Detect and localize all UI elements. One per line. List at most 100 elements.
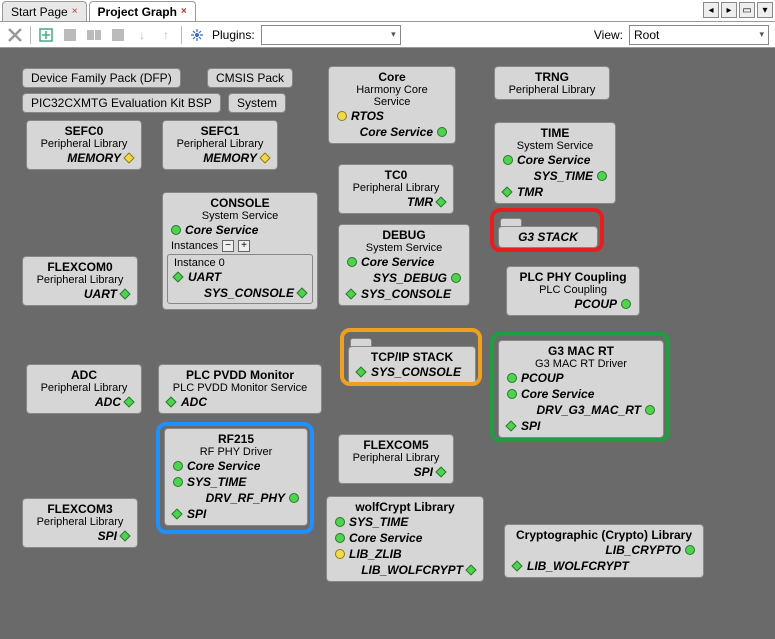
block-subtitle: Peripheral Library <box>35 382 133 394</box>
block-subtitle: Harmony Core Service <box>337 84 447 108</box>
scroll-right-button[interactable]: ▸ <box>721 2 737 18</box>
port-label: SYS_TIME <box>534 169 593 183</box>
block-g3stack[interactable]: G3 STACK <box>498 218 598 248</box>
block-tc0[interactable]: TC0 Peripheral Library TMR <box>338 164 454 214</box>
down-button[interactable]: ↓ <box>133 26 151 44</box>
port-diamond[interactable] <box>171 508 182 519</box>
block-sefc0[interactable]: SEFC0 Peripheral Library MEMORY <box>26 120 142 170</box>
port-diamond[interactable] <box>119 530 130 541</box>
port-dot[interactable] <box>437 127 447 137</box>
port-diamond[interactable] <box>259 152 270 163</box>
block-subtitle: RF PHY Driver <box>173 446 299 458</box>
layout-button[interactable] <box>188 26 206 44</box>
port-dot[interactable] <box>507 373 517 383</box>
group-button[interactable] <box>61 26 79 44</box>
block-title: FLEXCOM3 <box>31 502 129 516</box>
port-diamond[interactable] <box>345 288 356 299</box>
plugins-select[interactable]: ▾ <box>261 25 401 45</box>
add-instance-button[interactable]: + <box>238 240 250 252</box>
group2-button[interactable] <box>85 26 103 44</box>
block-console[interactable]: CONSOLE System Service Core Service Inst… <box>162 192 318 310</box>
port-diamond[interactable] <box>435 466 446 477</box>
port-diamond[interactable] <box>511 560 522 571</box>
port-dot[interactable] <box>337 111 347 121</box>
port-dot[interactable] <box>335 549 345 559</box>
port-dot[interactable] <box>451 273 461 283</box>
port-dot[interactable] <box>597 171 607 181</box>
block-crypto[interactable]: Cryptographic (Crypto) Library LIB_CRYPT… <box>504 524 704 578</box>
maximize-button[interactable]: ▭ <box>739 2 755 18</box>
delete-button[interactable] <box>6 26 24 44</box>
block-flexcom5[interactable]: FLEXCOM5 Peripheral Library SPI <box>338 434 454 484</box>
port-diamond[interactable] <box>123 152 134 163</box>
block-flexcom0[interactable]: FLEXCOM0 Peripheral Library UART <box>22 256 138 306</box>
block-title: FLEXCOM0 <box>31 260 129 274</box>
port-diamond[interactable] <box>172 271 183 282</box>
up-button[interactable]: ↑ <box>157 26 175 44</box>
port-diamond[interactable] <box>296 287 307 298</box>
block-time[interactable]: TIME System Service Core Service SYS_TIM… <box>494 122 616 204</box>
dropdown-button[interactable]: ▾ <box>757 2 773 18</box>
tab-start-page[interactable]: Start Page × <box>2 1 87 21</box>
block-core[interactable]: Core Harmony Core Service RTOS Core Serv… <box>328 66 456 144</box>
port-dot[interactable] <box>173 477 183 487</box>
port-diamond[interactable] <box>505 420 516 431</box>
port-dot[interactable] <box>173 461 183 471</box>
port-dot[interactable] <box>645 405 655 415</box>
port-label: TMR <box>517 185 543 199</box>
port-label: SPI <box>521 419 540 433</box>
port-label: SYS_CONSOLE <box>371 365 461 379</box>
add-button[interactable] <box>37 26 55 44</box>
block-adc[interactable]: ADC Peripheral Library ADC <box>26 364 142 414</box>
block-subtitle: PLC PVDD Monitor Service <box>167 382 313 394</box>
port-label: RTOS <box>351 109 384 123</box>
block-title: wolfCrypt Library <box>335 500 475 514</box>
pill-cmsis[interactable]: CMSIS Pack <box>207 68 293 88</box>
block-title: SEFC0 <box>35 124 133 138</box>
block-pvdd[interactable]: PLC PVDD Monitor PLC PVDD Monitor Servic… <box>158 364 322 414</box>
block-sefc1[interactable]: SEFC1 Peripheral Library MEMORY <box>162 120 278 170</box>
remove-instance-button[interactable]: − <box>222 240 234 252</box>
port-diamond[interactable] <box>165 396 176 407</box>
graph-canvas[interactable]: Device Family Pack (DFP) CMSIS Pack PIC3… <box>0 48 775 639</box>
port-dot[interactable] <box>335 533 345 543</box>
pill-bsp[interactable]: PIC32CXMTG Evaluation Kit BSP <box>22 93 221 113</box>
close-icon[interactable]: × <box>72 6 78 17</box>
instance-0[interactable]: Instance 0 UART SYS_CONSOLE <box>167 254 313 304</box>
block-title: Cryptographic (Crypto) Library <box>513 528 695 542</box>
port-dot[interactable] <box>621 299 631 309</box>
port-diamond[interactable] <box>123 396 134 407</box>
close-icon[interactable]: × <box>181 6 187 17</box>
block-title: TCP/IP STACK <box>357 350 467 364</box>
port-dot[interactable] <box>347 257 357 267</box>
tab-project-graph[interactable]: Project Graph × <box>89 1 196 21</box>
block-trng[interactable]: TRNG Peripheral Library <box>494 66 610 100</box>
port-diamond[interactable] <box>501 186 512 197</box>
block-debug[interactable]: DEBUG System Service Core Service SYS_DE… <box>338 224 470 306</box>
block-tcpip[interactable]: TCP/IP STACK SYS_CONSOLE <box>348 338 476 384</box>
port-diamond[interactable] <box>435 196 446 207</box>
port-label: SYS_CONSOLE <box>204 286 294 300</box>
port-dot[interactable] <box>507 389 517 399</box>
port-dot[interactable] <box>503 155 513 165</box>
port-diamond[interactable] <box>465 564 476 575</box>
port-dot[interactable] <box>335 517 345 527</box>
block-plcphy[interactable]: PLC PHY Coupling PLC Coupling PCOUP <box>506 266 640 316</box>
port-label: SYS_CONSOLE <box>361 287 451 301</box>
pill-system[interactable]: System <box>228 93 286 113</box>
block-rf215[interactable]: RF215 RF PHY Driver Core Service SYS_TIM… <box>164 428 308 526</box>
view-select[interactable]: Root▾ <box>629 25 769 45</box>
port-diamond[interactable] <box>119 288 130 299</box>
block-g3mac[interactable]: G3 MAC RT G3 MAC RT Driver PCOUP Core Se… <box>498 340 664 438</box>
scroll-left-button[interactable]: ◂ <box>703 2 719 18</box>
port-diamond[interactable] <box>355 366 366 377</box>
port-dot[interactable] <box>171 225 181 235</box>
group3-button[interactable] <box>109 26 127 44</box>
block-title: CONSOLE <box>171 196 309 210</box>
block-flexcom3[interactable]: FLEXCOM3 Peripheral Library SPI <box>22 498 138 548</box>
port-dot[interactable] <box>685 545 695 555</box>
port-dot[interactable] <box>289 493 299 503</box>
block-wolfcrypt[interactable]: wolfCrypt Library SYS_TIME Core Service … <box>326 496 484 582</box>
block-title: FLEXCOM5 <box>347 438 445 452</box>
pill-dfp[interactable]: Device Family Pack (DFP) <box>22 68 181 88</box>
